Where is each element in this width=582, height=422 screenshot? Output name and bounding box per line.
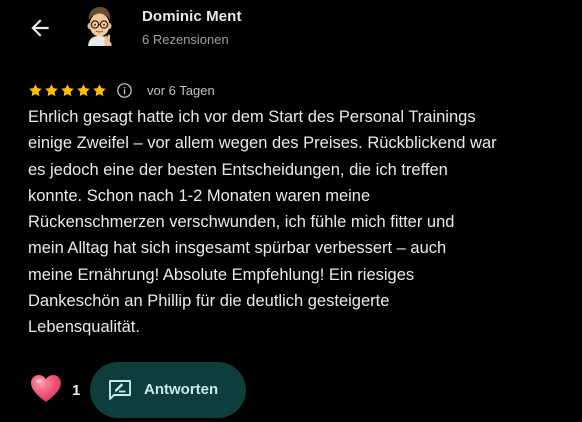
reply-edit-icon xyxy=(109,380,131,400)
star-rating xyxy=(28,83,107,98)
star-icon xyxy=(77,83,90,96)
star-icon xyxy=(45,83,58,96)
review-actions: 1 Antworten xyxy=(0,360,582,422)
like-count: 1 xyxy=(72,382,81,399)
avatar[interactable] xyxy=(82,6,116,46)
reply-button[interactable]: Antworten xyxy=(90,362,246,418)
star-icon xyxy=(93,83,106,96)
reviewer-review-count: 6 Rezensionen xyxy=(142,32,229,47)
rating-row: vor 6 Tagen xyxy=(28,80,215,100)
review-text: Ehrlich gesagt hatte ich vor dem Start d… xyxy=(28,108,497,337)
heart-icon[interactable] xyxy=(30,374,62,404)
star-icon xyxy=(29,83,42,96)
review-header: Dominic Ment 6 Rezensionen xyxy=(0,0,582,62)
star-icon xyxy=(61,83,74,96)
review-date: vor 6 Tagen xyxy=(147,82,215,98)
reply-button-label: Antworten xyxy=(144,381,219,398)
info-icon[interactable] xyxy=(116,82,133,99)
reviewer-name[interactable]: Dominic Ment xyxy=(142,8,242,25)
back-button[interactable] xyxy=(22,10,58,46)
arrow-left-icon xyxy=(31,19,49,37)
